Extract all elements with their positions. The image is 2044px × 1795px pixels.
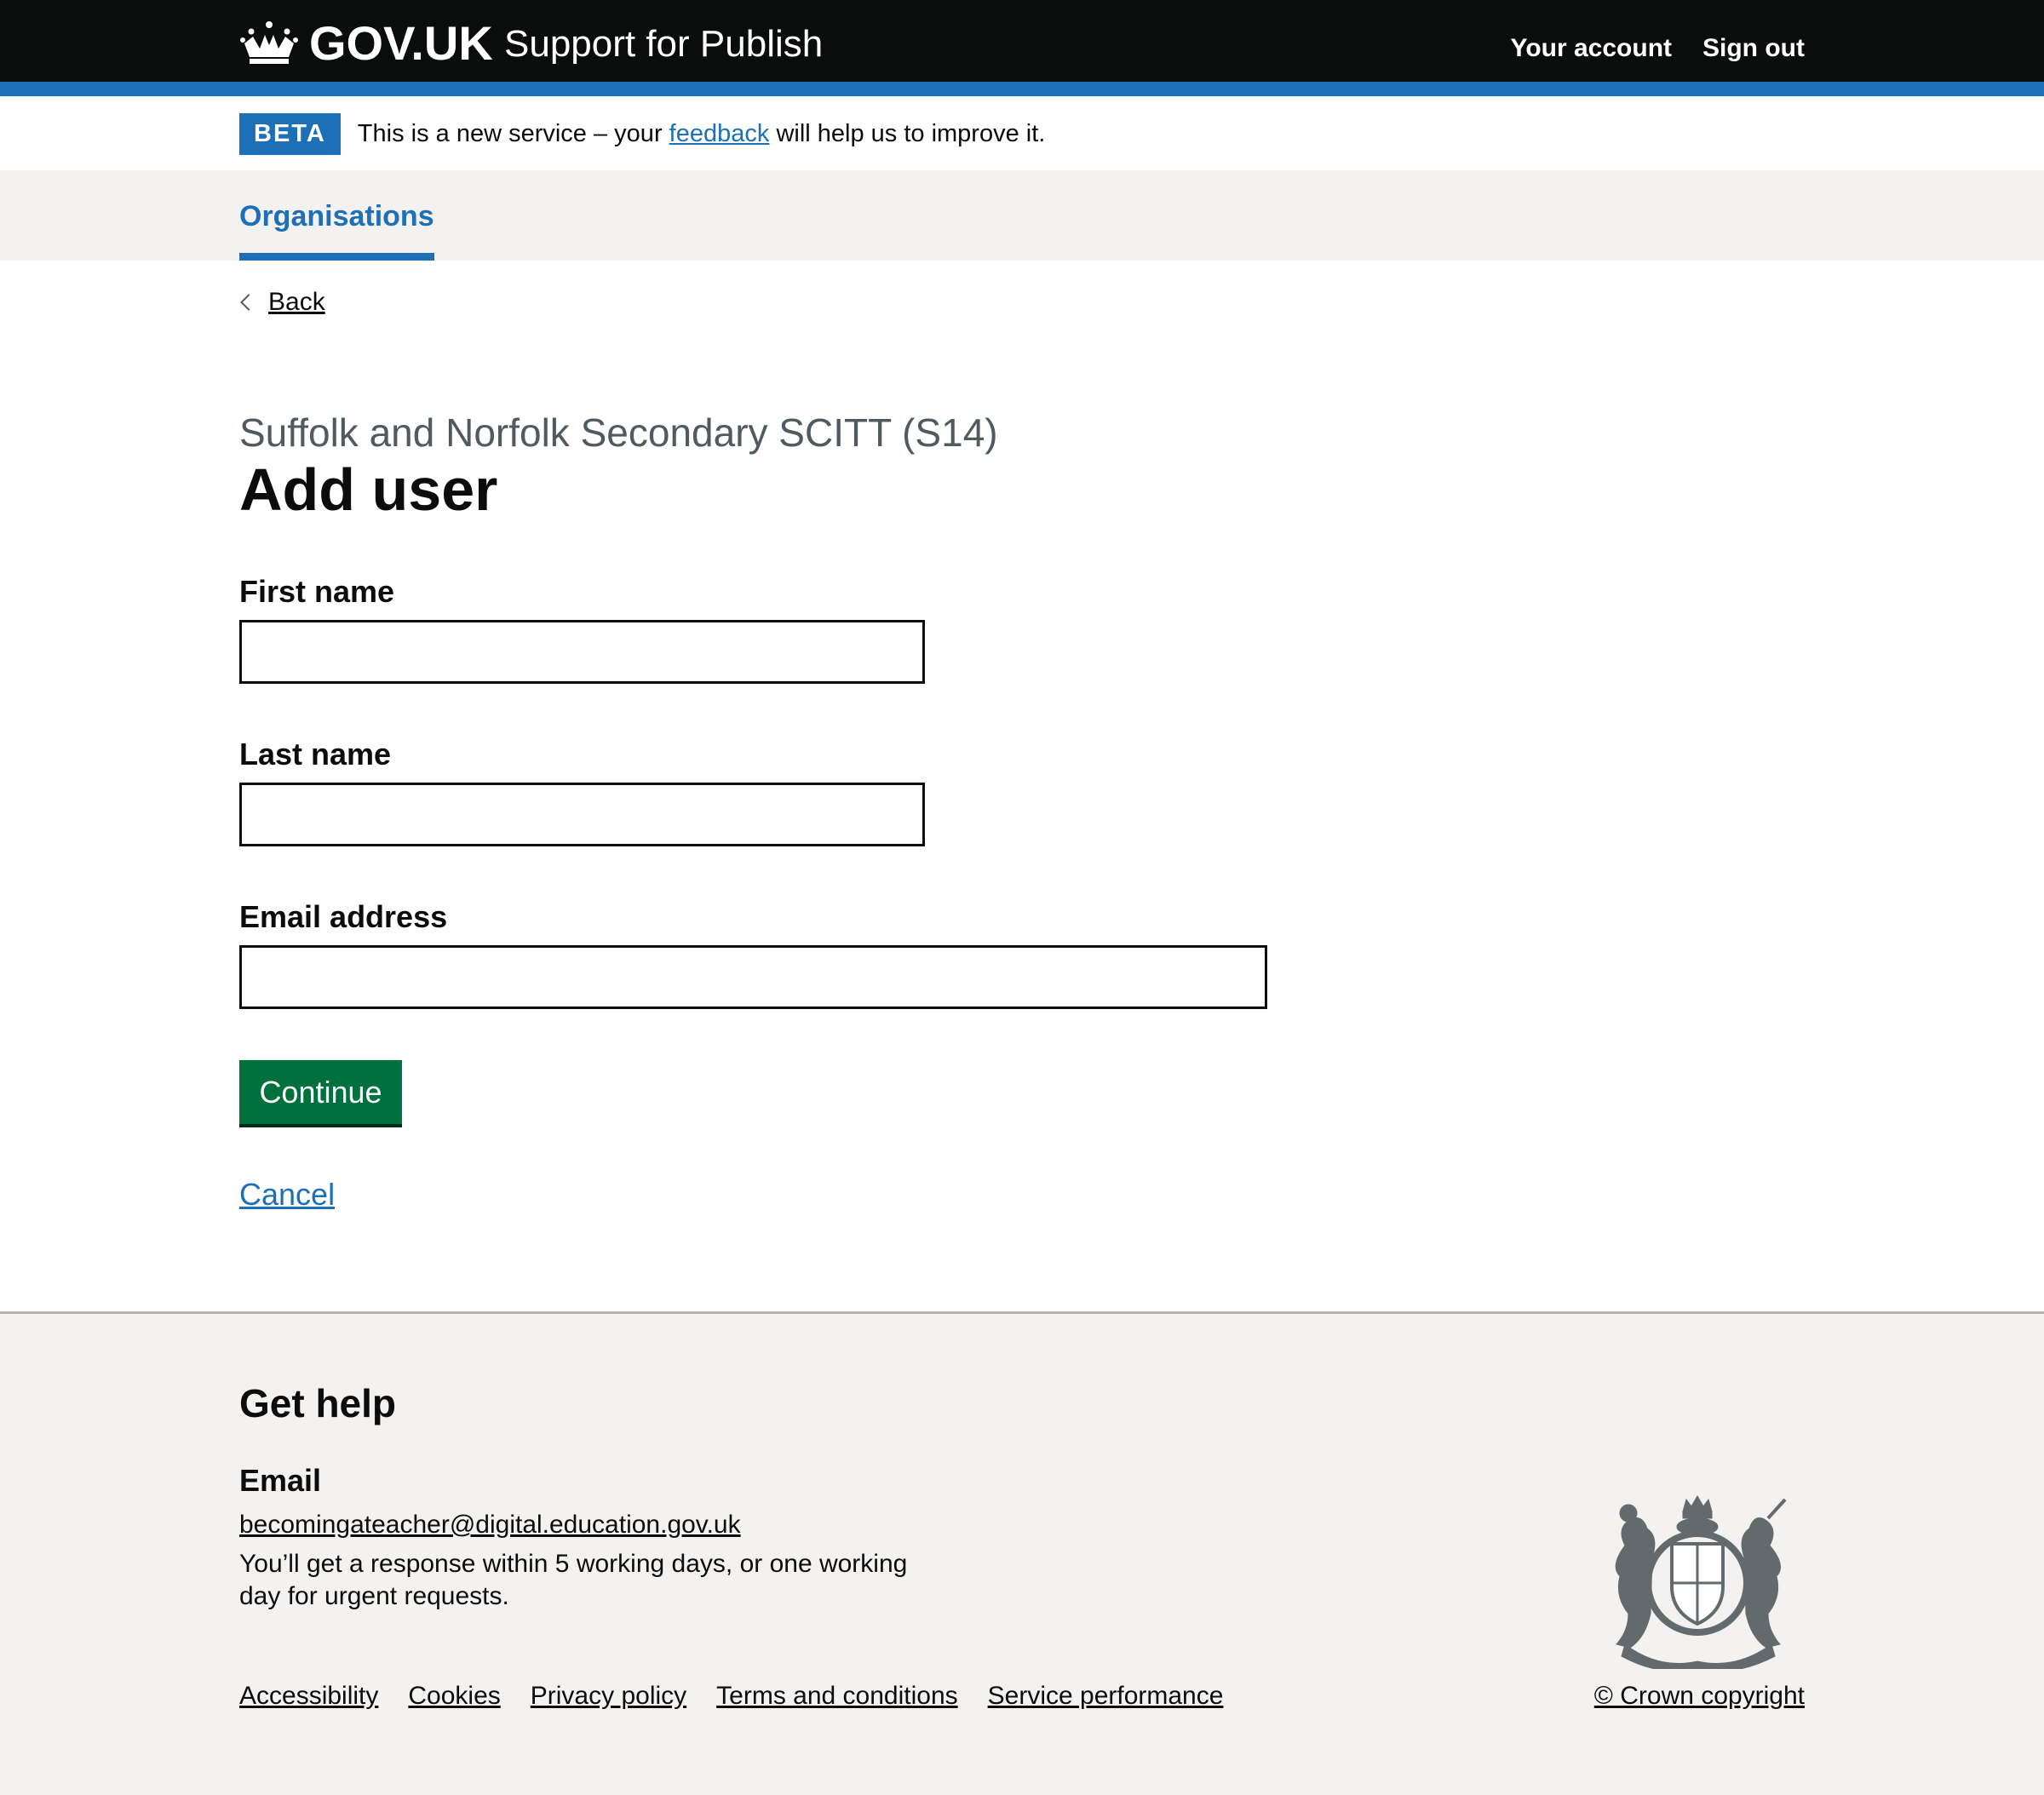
footer-link-cookies[interactable]: Cookies: [408, 1677, 500, 1715]
continue-button[interactable]: Continue: [239, 1060, 402, 1124]
page-title: Add user: [239, 456, 498, 523]
royal-coat-of-arms-icon: [1615, 1495, 1787, 1669]
last-name-input[interactable]: [239, 783, 925, 846]
cancel-link[interactable]: Cancel: [239, 1173, 335, 1216]
support-email-link[interactable]: becomingateacher@digital.education.gov.u…: [239, 1506, 741, 1544]
header-navigation: Your account Sign out: [1511, 26, 1805, 72]
first-name-input[interactable]: [239, 620, 925, 684]
email-heading: Email: [239, 1463, 322, 1498]
govuk-logo-text: GOV.UK: [309, 16, 493, 70]
crown-copyright-link[interactable]: © Crown copyright: [1594, 1677, 1805, 1715]
phase-text-before: This is a new service – your: [357, 120, 663, 147]
footer-link-privacy-policy[interactable]: Privacy policy: [531, 1677, 686, 1715]
email-address-input[interactable]: [239, 945, 1267, 1009]
back-link[interactable]: Back: [239, 284, 325, 321]
your-account-link[interactable]: Your account: [1511, 26, 1672, 72]
sign-out-link[interactable]: Sign out: [1702, 26, 1805, 72]
back-link-label: Back: [268, 288, 325, 316]
footer-links: Accessibility Cookies Privacy policy Ter…: [239, 1677, 1223, 1715]
service-name[interactable]: Support for Publish: [504, 19, 823, 70]
first-name-label: First name: [239, 574, 395, 609]
phase-text-after: will help us to improve it.: [776, 120, 1046, 147]
nav-item-organisations[interactable]: Organisations: [239, 196, 434, 237]
header-blue-rule: [0, 82, 2044, 96]
govuk-logo-link[interactable]: GOV.UK: [239, 15, 493, 72]
beta-tag: BETA: [239, 113, 341, 155]
get-help-heading: Get help: [239, 1381, 397, 1425]
phase-banner: BETA This is a new service – your feedba…: [239, 113, 1045, 155]
primary-navigation: Organisations: [0, 170, 2044, 261]
phase-banner-text: This is a new service – your feedback wi…: [358, 113, 1046, 155]
footer-link-accessibility[interactable]: Accessibility: [239, 1677, 378, 1715]
nav-active-indicator: [239, 253, 434, 261]
organisation-caption: Suffolk and Norfolk Secondary SCITT (S14…: [239, 410, 998, 455]
email-address-label: Email address: [239, 899, 448, 934]
response-time-note: You’ll get a response within 5 working d…: [239, 1550, 908, 1610]
last-name-label: Last name: [239, 737, 392, 771]
footer-link-service-performance[interactable]: Service performance: [988, 1677, 1224, 1715]
footer-link-terms[interactable]: Terms and conditions: [716, 1677, 957, 1715]
chevron-left-icon: [240, 294, 257, 311]
feedback-link[interactable]: feedback: [669, 120, 770, 147]
crown-icon: [240, 21, 298, 64]
